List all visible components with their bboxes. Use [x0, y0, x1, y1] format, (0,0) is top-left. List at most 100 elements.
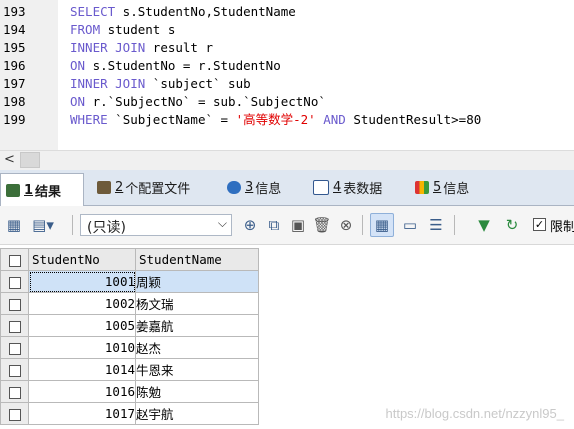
code-line[interactable]: 199 WHERE `SubjectName` = '高等数学-2' AND St… — [0, 111, 574, 129]
sql-text: s.StudentNo,StudentName — [115, 4, 296, 19]
chevron-down-icon[interactable]: ⌵ — [218, 216, 227, 231]
cell-studentno[interactable]: 1002 — [28, 292, 136, 315]
sql-keyword: FROM — [70, 22, 101, 37]
sql-keyword: INNER JOIN — [70, 76, 146, 91]
code-line[interactable]: 196 ON s.StudentNo = r.StudentNo — [0, 57, 574, 75]
result-tab-bar: 1 结果 2 个配置文件 3 信息 4 表数据 5 信息 — [0, 170, 574, 206]
profile-icon — [97, 181, 111, 194]
scroll-left-arrow[interactable]: < — [4, 152, 15, 167]
sql-keyword: WHERE — [70, 112, 108, 127]
grid-view-icon[interactable]: ▦ — [370, 213, 394, 237]
result-grid-icon — [6, 183, 20, 197]
row-checkbox[interactable] — [0, 358, 29, 381]
code-text: INNER JOIN `subject` sub — [70, 75, 251, 93]
cell-studentname[interactable]: 姜嘉航 — [135, 314, 259, 337]
table-row[interactable]: 1002 杨文瑞 — [0, 292, 259, 315]
tab-table-data[interactable]: 4 表数据 — [308, 172, 400, 203]
table-row[interactable]: 1005 姜嘉航 — [0, 314, 259, 337]
sql-text: `SubjectName` = — [107, 112, 236, 127]
tab-profile[interactable]: 2 个配置文件 — [92, 172, 210, 203]
sql-string: '高等数学-2' — [235, 112, 316, 127]
code-text: WHERE `SubjectName` = '高等数学-2' AND Stude… — [70, 111, 481, 129]
tab-info-2[interactable]: 5 信息 — [410, 172, 490, 203]
view-mode-dropdown-icon[interactable]: ▤▾ — [30, 215, 56, 235]
read-only-mode-select[interactable]: (只读) ⌵ — [80, 214, 232, 236]
row-checkbox[interactable] — [0, 402, 29, 425]
tab-label: 个配置文件 — [125, 182, 191, 197]
line-number: 198 — [3, 94, 26, 109]
tab-number: 5 — [433, 180, 442, 195]
code-text: INNER JOIN result r — [70, 39, 213, 57]
line-number: 199 — [3, 112, 26, 127]
refresh-icon[interactable]: ↻ — [502, 215, 522, 235]
sql-text: r.`SubjectNo` = sub.`SubjectNo` — [85, 94, 326, 109]
scroll-thumb[interactable] — [20, 152, 40, 168]
cell-studentno[interactable]: 1014 — [28, 358, 136, 381]
tab-result[interactable]: 1 结果 — [0, 173, 84, 206]
limit-checkbox[interactable]: ✓ — [533, 218, 546, 231]
mode-select-value: (只读) — [87, 220, 126, 236]
column-header-studentname[interactable]: StudentName — [135, 248, 259, 271]
delete-icon[interactable]: 🗑 — [312, 215, 332, 235]
sql-code[interactable]: 193 SELECT s.StudentNo,StudentName 194 FROM… — [0, 3, 574, 129]
sql-text: StudentResult>=80 — [345, 112, 482, 127]
cell-studentname[interactable]: 周颖 — [135, 270, 259, 293]
cell-studentname[interactable]: 陈勉 — [135, 380, 259, 403]
sql-keyword: AND — [323, 112, 346, 127]
cell-studentno[interactable]: 1001 — [28, 270, 136, 293]
code-text: ON r.`SubjectNo` = sub.`SubjectNo` — [70, 93, 326, 111]
cell-studentno[interactable]: 1010 — [28, 336, 136, 359]
info-icon — [227, 181, 241, 194]
cancel-changes-icon[interactable]: ⊗ — [336, 215, 356, 235]
filter-icon[interactable]: ▼ — [474, 215, 494, 235]
cell-studentno[interactable]: 1016 — [28, 380, 136, 403]
sql-editor[interactable]: 193 SELECT s.StudentNo,StudentName 194 FROM… — [0, 0, 574, 150]
horizontal-scrollbar[interactable]: < — [0, 150, 574, 170]
table-data-icon — [313, 180, 329, 195]
cell-studentno[interactable]: 1017 — [28, 402, 136, 425]
row-checkbox[interactable] — [0, 292, 29, 315]
save-icon[interactable]: ▣ — [288, 215, 308, 235]
info-chart-icon — [415, 181, 429, 194]
cell-studentname[interactable]: 杨文瑞 — [135, 292, 259, 315]
form-view-icon[interactable]: ▭ — [400, 215, 420, 235]
table-row[interactable]: 1016 陈勉 — [0, 380, 259, 403]
cell-studentname[interactable]: 赵宇航 — [135, 402, 259, 425]
code-line[interactable]: 193 SELECT s.StudentNo,StudentName — [0, 3, 574, 21]
sql-text: `subject` sub — [145, 76, 251, 91]
code-line[interactable]: 197 INNER JOIN `subject` sub — [0, 75, 574, 93]
export-grid-icon[interactable]: ▦ — [4, 215, 24, 235]
cell-studentno[interactable]: 1005 — [28, 314, 136, 337]
code-line[interactable]: 195 INNER JOIN result r — [0, 39, 574, 57]
toolbar-separator — [362, 215, 363, 235]
cell-studentname[interactable]: 赵杰 — [135, 336, 259, 359]
tab-info[interactable]: 3 信息 — [222, 172, 298, 203]
table-row[interactable]: 1010 赵杰 — [0, 336, 259, 359]
duplicate-row-icon[interactable]: ⧉ — [264, 215, 284, 235]
row-checkbox[interactable] — [0, 270, 29, 293]
code-text: SELECT s.StudentNo,StudentName — [70, 3, 296, 21]
table-row[interactable]: 1001 周颖 — [0, 270, 259, 293]
add-row-icon[interactable]: ⊕ — [240, 215, 260, 235]
sql-keyword: ON — [70, 94, 86, 109]
sql-text: s.StudentNo = r.StudentNo — [85, 58, 281, 73]
row-checkbox[interactable] — [0, 380, 29, 403]
table-row[interactable]: 1017 赵宇航 — [0, 402, 259, 425]
column-header-studentno[interactable]: StudentNo — [28, 248, 136, 271]
table-row[interactable]: 1014 牛恩来 — [0, 358, 259, 381]
sql-text: student s — [100, 22, 176, 37]
tab-label: 信息 — [255, 182, 282, 197]
row-checkbox[interactable] — [0, 336, 29, 359]
text-view-icon[interactable]: ☰ — [426, 215, 446, 235]
row-checkbox[interactable] — [0, 314, 29, 337]
cell-studentname[interactable]: 牛恩来 — [135, 358, 259, 381]
sql-keyword: INNER JOIN — [70, 40, 146, 55]
select-all-checkbox[interactable] — [0, 248, 29, 271]
tab-number: 2 — [115, 180, 124, 195]
tab-number: 4 — [333, 180, 342, 195]
result-grid: StudentNo StudentName 1001 周颖 1002 杨文瑞 1005 姜… — [0, 245, 574, 429]
sql-keyword: ON — [70, 58, 86, 73]
line-number: 193 — [3, 4, 26, 19]
code-line[interactable]: 194 FROM student s — [0, 21, 574, 39]
code-line[interactable]: 198 ON r.`SubjectNo` = sub.`SubjectNo` — [0, 93, 574, 111]
